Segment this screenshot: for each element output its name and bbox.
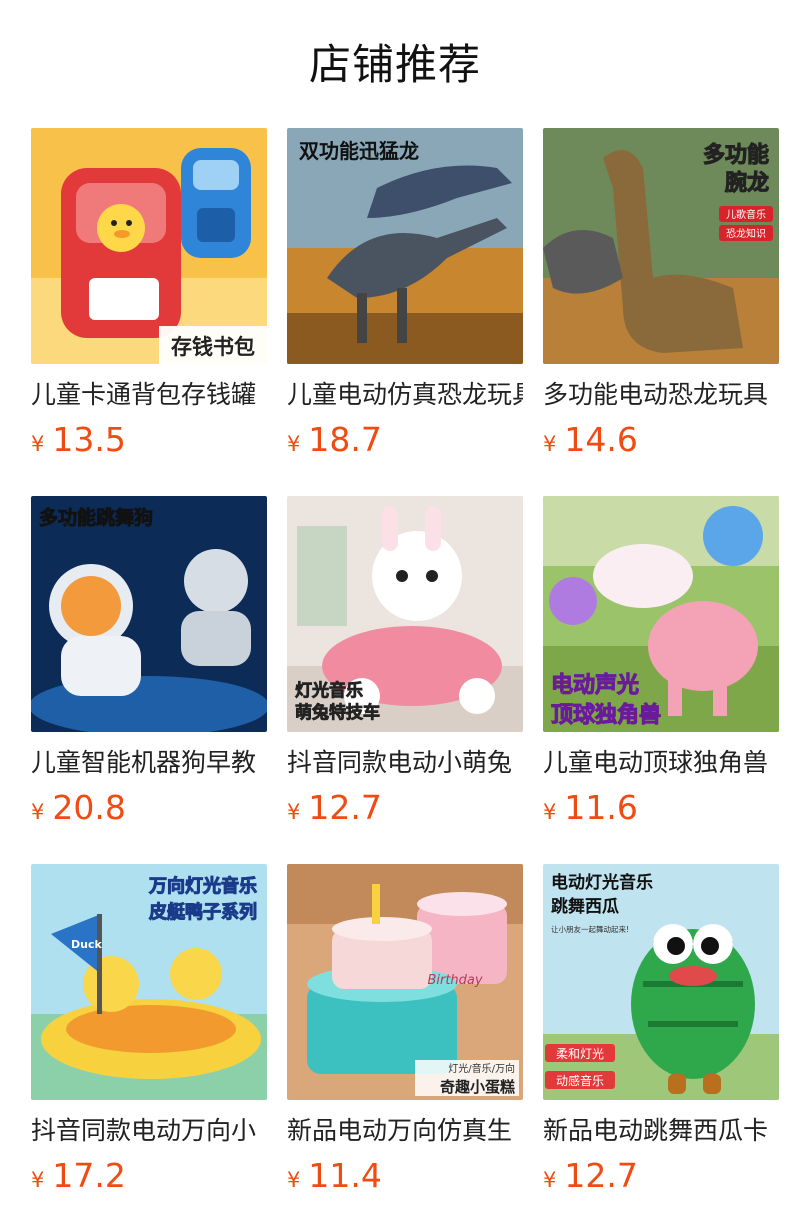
- product-image-caption: Duck: [71, 938, 102, 951]
- product-image-caption: 灯光/音乐/万向: [448, 1062, 515, 1075]
- currency-symbol: ¥: [287, 432, 301, 456]
- product-card[interactable]: 双功能迅猛龙 儿童电动仿真恐龙玩具 ¥18.7: [287, 128, 523, 468]
- product-image-caption: 万向灯光音乐: [148, 875, 257, 897]
- product-name[interactable]: 儿童智能机器狗早教: [31, 743, 267, 783]
- product-card[interactable]: Duck 万向灯光音乐 皮艇鸭子系列 抖音同款电动万向小 ¥17.2: [31, 864, 267, 1204]
- product-image[interactable]: Birthday 灯光/音乐/万向 奇趣小蛋糕: [287, 864, 523, 1100]
- product-image-caption: Birthday: [427, 973, 482, 988]
- product-name[interactable]: 新品电动万向仿真生: [287, 1111, 523, 1151]
- product-image-badge: 儿歌音乐: [726, 208, 766, 221]
- product-card[interactable]: 灯光音乐 萌兔特技车 抖音同款电动小萌兔 ¥12.7: [287, 496, 523, 836]
- currency-symbol: ¥: [287, 800, 301, 824]
- product-card[interactable]: 多功能跳舞狗 儿童智能机器狗早教 ¥20.8: [31, 496, 267, 836]
- product-price: 11.4: [308, 1156, 382, 1195]
- product-image-caption: 萌兔特技车: [295, 702, 380, 723]
- product-image[interactable]: 电动声光 顶球独角兽: [543, 496, 779, 732]
- currency-symbol: ¥: [287, 1168, 301, 1192]
- product-image[interactable]: 电动灯光音乐 跳舞西瓜 让小朋友一起舞动起来! 柔和灯光 动感音乐: [543, 864, 779, 1100]
- product-price: 11.6: [564, 788, 638, 827]
- product-image-caption: 多功能: [703, 142, 769, 168]
- product-image-caption: 灯光音乐: [295, 680, 363, 701]
- product-price: 18.7: [308, 420, 382, 459]
- product-price: 12.7: [564, 1156, 638, 1195]
- product-name[interactable]: 儿童电动仿真恐龙玩具: [287, 375, 523, 415]
- product-image-caption: 多功能跳舞狗: [39, 506, 153, 529]
- product-name[interactable]: 多功能电动恐龙玩具: [543, 375, 779, 415]
- product-image-caption: 顶球独角兽: [551, 702, 661, 728]
- product-name[interactable]: 新品电动跳舞西瓜卡: [543, 1111, 779, 1151]
- currency-symbol: ¥: [543, 432, 557, 456]
- product-image-caption: 跳舞西瓜: [551, 896, 619, 917]
- product-card[interactable]: 存钱书包 儿童卡通背包存钱罐 ¥13.5: [31, 128, 267, 468]
- product-image-caption: 腕龙: [725, 170, 769, 196]
- price-row: ¥14.6: [543, 416, 638, 464]
- product-price: 20.8: [52, 788, 126, 827]
- product-name[interactable]: 抖音同款电动小萌兔: [287, 743, 523, 783]
- product-image[interactable]: 多功能跳舞狗: [31, 496, 267, 732]
- product-image-badge: 柔和灯光: [556, 1047, 604, 1061]
- currency-symbol: ¥: [543, 1168, 557, 1192]
- product-card[interactable]: 电动声光 顶球独角兽 儿童电动顶球独角兽 ¥11.6: [543, 496, 779, 836]
- price-row: ¥12.7: [543, 1152, 638, 1200]
- product-card[interactable]: 多功能 腕龙 儿歌音乐 恐龙知识 多功能电动恐龙玩具 ¥14.6: [543, 128, 779, 468]
- product-image-badge: 恐龙知识: [726, 227, 766, 240]
- product-name[interactable]: 儿童电动顶球独角兽: [543, 743, 779, 783]
- product-image[interactable]: 多功能 腕龙 儿歌音乐 恐龙知识: [543, 128, 779, 364]
- product-image-caption: 奇趣小蛋糕: [440, 1078, 515, 1096]
- product-price: 14.6: [564, 420, 638, 459]
- product-card[interactable]: Birthday 灯光/音乐/万向 奇趣小蛋糕 新品电动万向仿真生 ¥11.4: [287, 864, 523, 1204]
- product-image[interactable]: 存钱书包: [31, 128, 267, 364]
- product-price: 17.2: [52, 1156, 126, 1195]
- price-row: ¥20.8: [31, 784, 126, 832]
- product-image-caption: 双功能迅猛龙: [299, 139, 419, 163]
- product-name[interactable]: 儿童卡通背包存钱罐: [31, 375, 267, 415]
- product-image[interactable]: 双功能迅猛龙: [287, 128, 523, 364]
- price-row: ¥17.2: [31, 1152, 126, 1200]
- product-image-caption: 让小朋友一起舞动起来!: [551, 924, 629, 934]
- product-name[interactable]: 抖音同款电动万向小: [31, 1111, 267, 1151]
- currency-symbol: ¥: [31, 1168, 45, 1192]
- product-grid: 存钱书包 儿童卡通背包存钱罐 ¥13.5 双功能迅猛龙 儿童电动仿真恐龙玩具 ¥…: [0, 0, 790, 1232]
- currency-symbol: ¥: [31, 432, 45, 456]
- product-image[interactable]: Duck 万向灯光音乐 皮艇鸭子系列: [31, 864, 267, 1100]
- currency-symbol: ¥: [31, 800, 45, 824]
- price-row: ¥12.7: [287, 784, 382, 832]
- product-image[interactable]: 灯光音乐 萌兔特技车: [287, 496, 523, 732]
- price-row: ¥13.5: [31, 416, 126, 464]
- product-image-caption: 电动声光: [551, 673, 639, 698]
- price-row: ¥18.7: [287, 416, 382, 464]
- product-card[interactable]: 电动灯光音乐 跳舞西瓜 让小朋友一起舞动起来! 柔和灯光 动感音乐 新品电动跳舞…: [543, 864, 779, 1204]
- product-image-badge: 动感音乐: [556, 1073, 604, 1088]
- product-price: 12.7: [308, 788, 382, 827]
- product-price: 13.5: [52, 420, 126, 459]
- product-image-caption: 存钱书包: [171, 335, 255, 359]
- product-image-caption: 皮艇鸭子系列: [149, 901, 257, 923]
- product-image-caption: 电动灯光音乐: [551, 872, 653, 893]
- currency-symbol: ¥: [543, 800, 557, 824]
- price-row: ¥11.6: [543, 784, 638, 832]
- price-row: ¥11.4: [287, 1152, 382, 1200]
